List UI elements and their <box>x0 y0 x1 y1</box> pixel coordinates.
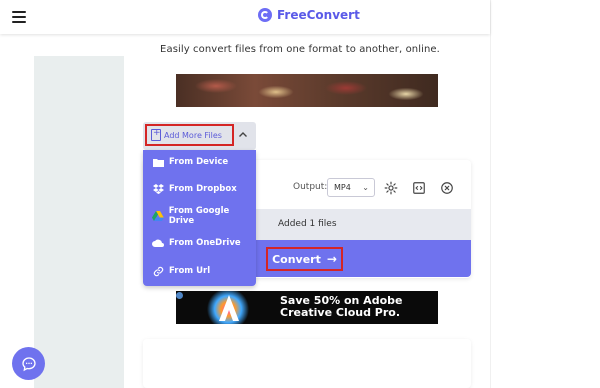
dropdown-item-label: From Device <box>169 157 229 167</box>
add-more-files-button[interactable]: Add More Files <box>145 124 234 146</box>
content-card <box>143 339 471 388</box>
dropdown-item-label: From Google Drive <box>168 206 230 226</box>
hamburger-icon[interactable] <box>12 11 26 23</box>
chat-bubble-icon <box>21 356 36 371</box>
adobe-a-icon <box>219 295 239 321</box>
dropdown-item-label: From Dropbox <box>169 184 237 194</box>
ad-text: Save 50% on Adobe Creative Cloud Pro. <box>280 295 402 319</box>
adobe-ad-banner[interactable]: Save 50% on Adobe Creative Cloud Pro. <box>176 291 438 324</box>
folder-icon <box>151 158 165 167</box>
left-side-panel <box>34 56 124 388</box>
close-icon[interactable] <box>439 180 455 196</box>
brand[interactable]: FreeConvert <box>258 8 360 22</box>
dropdown-item-url[interactable]: From Url <box>143 261 256 281</box>
google-drive-icon <box>151 211 165 221</box>
output-format-select[interactable]: MP4 ⌄ <box>327 178 375 197</box>
dropdown-item-label: From OneDrive <box>169 238 241 248</box>
gear-icon[interactable] <box>383 180 399 196</box>
onedrive-icon <box>151 239 165 247</box>
file-plus-icon <box>151 128 161 141</box>
right-background <box>490 0 600 388</box>
files-status-text: Added 1 files <box>278 219 337 229</box>
code-icon[interactable] <box>411 180 427 196</box>
add-files-dropdown: From Device From Dropbox From Google Dri… <box>143 150 256 286</box>
output-label: Output: <box>293 182 328 192</box>
hero-banner-image <box>176 74 438 107</box>
dropdown-item-google-drive[interactable]: From Google Drive <box>143 206 256 226</box>
dropdown-item-device[interactable]: From Device <box>143 152 256 172</box>
dropdown-item-dropbox[interactable]: From Dropbox <box>143 179 256 199</box>
top-navbar: FreeConvert <box>0 0 490 34</box>
brand-name: FreeConvert <box>277 8 360 22</box>
chat-button[interactable] <box>12 347 45 380</box>
chevron-down-icon: ⌄ <box>362 183 369 192</box>
page-tagline: Easily convert files from one format to … <box>160 44 440 55</box>
add-more-files-label: Add More Files <box>164 130 222 140</box>
convert-button[interactable]: Convert → <box>266 247 343 271</box>
chevron-up-icon[interactable] <box>236 128 250 142</box>
ad-info-icon[interactable] <box>176 292 183 299</box>
arrow-right-icon: → <box>326 252 337 266</box>
dropbox-icon <box>151 184 165 194</box>
link-icon <box>151 266 165 277</box>
freeconvert-logo-icon <box>258 8 272 22</box>
ad-line-2: Creative Cloud Pro. <box>280 306 401 319</box>
dropdown-item-onedrive[interactable]: From OneDrive <box>143 233 256 253</box>
dropdown-item-label: From Url <box>169 266 211 276</box>
convert-label: Convert <box>272 252 321 266</box>
output-format-value: MP4 <box>334 183 351 192</box>
